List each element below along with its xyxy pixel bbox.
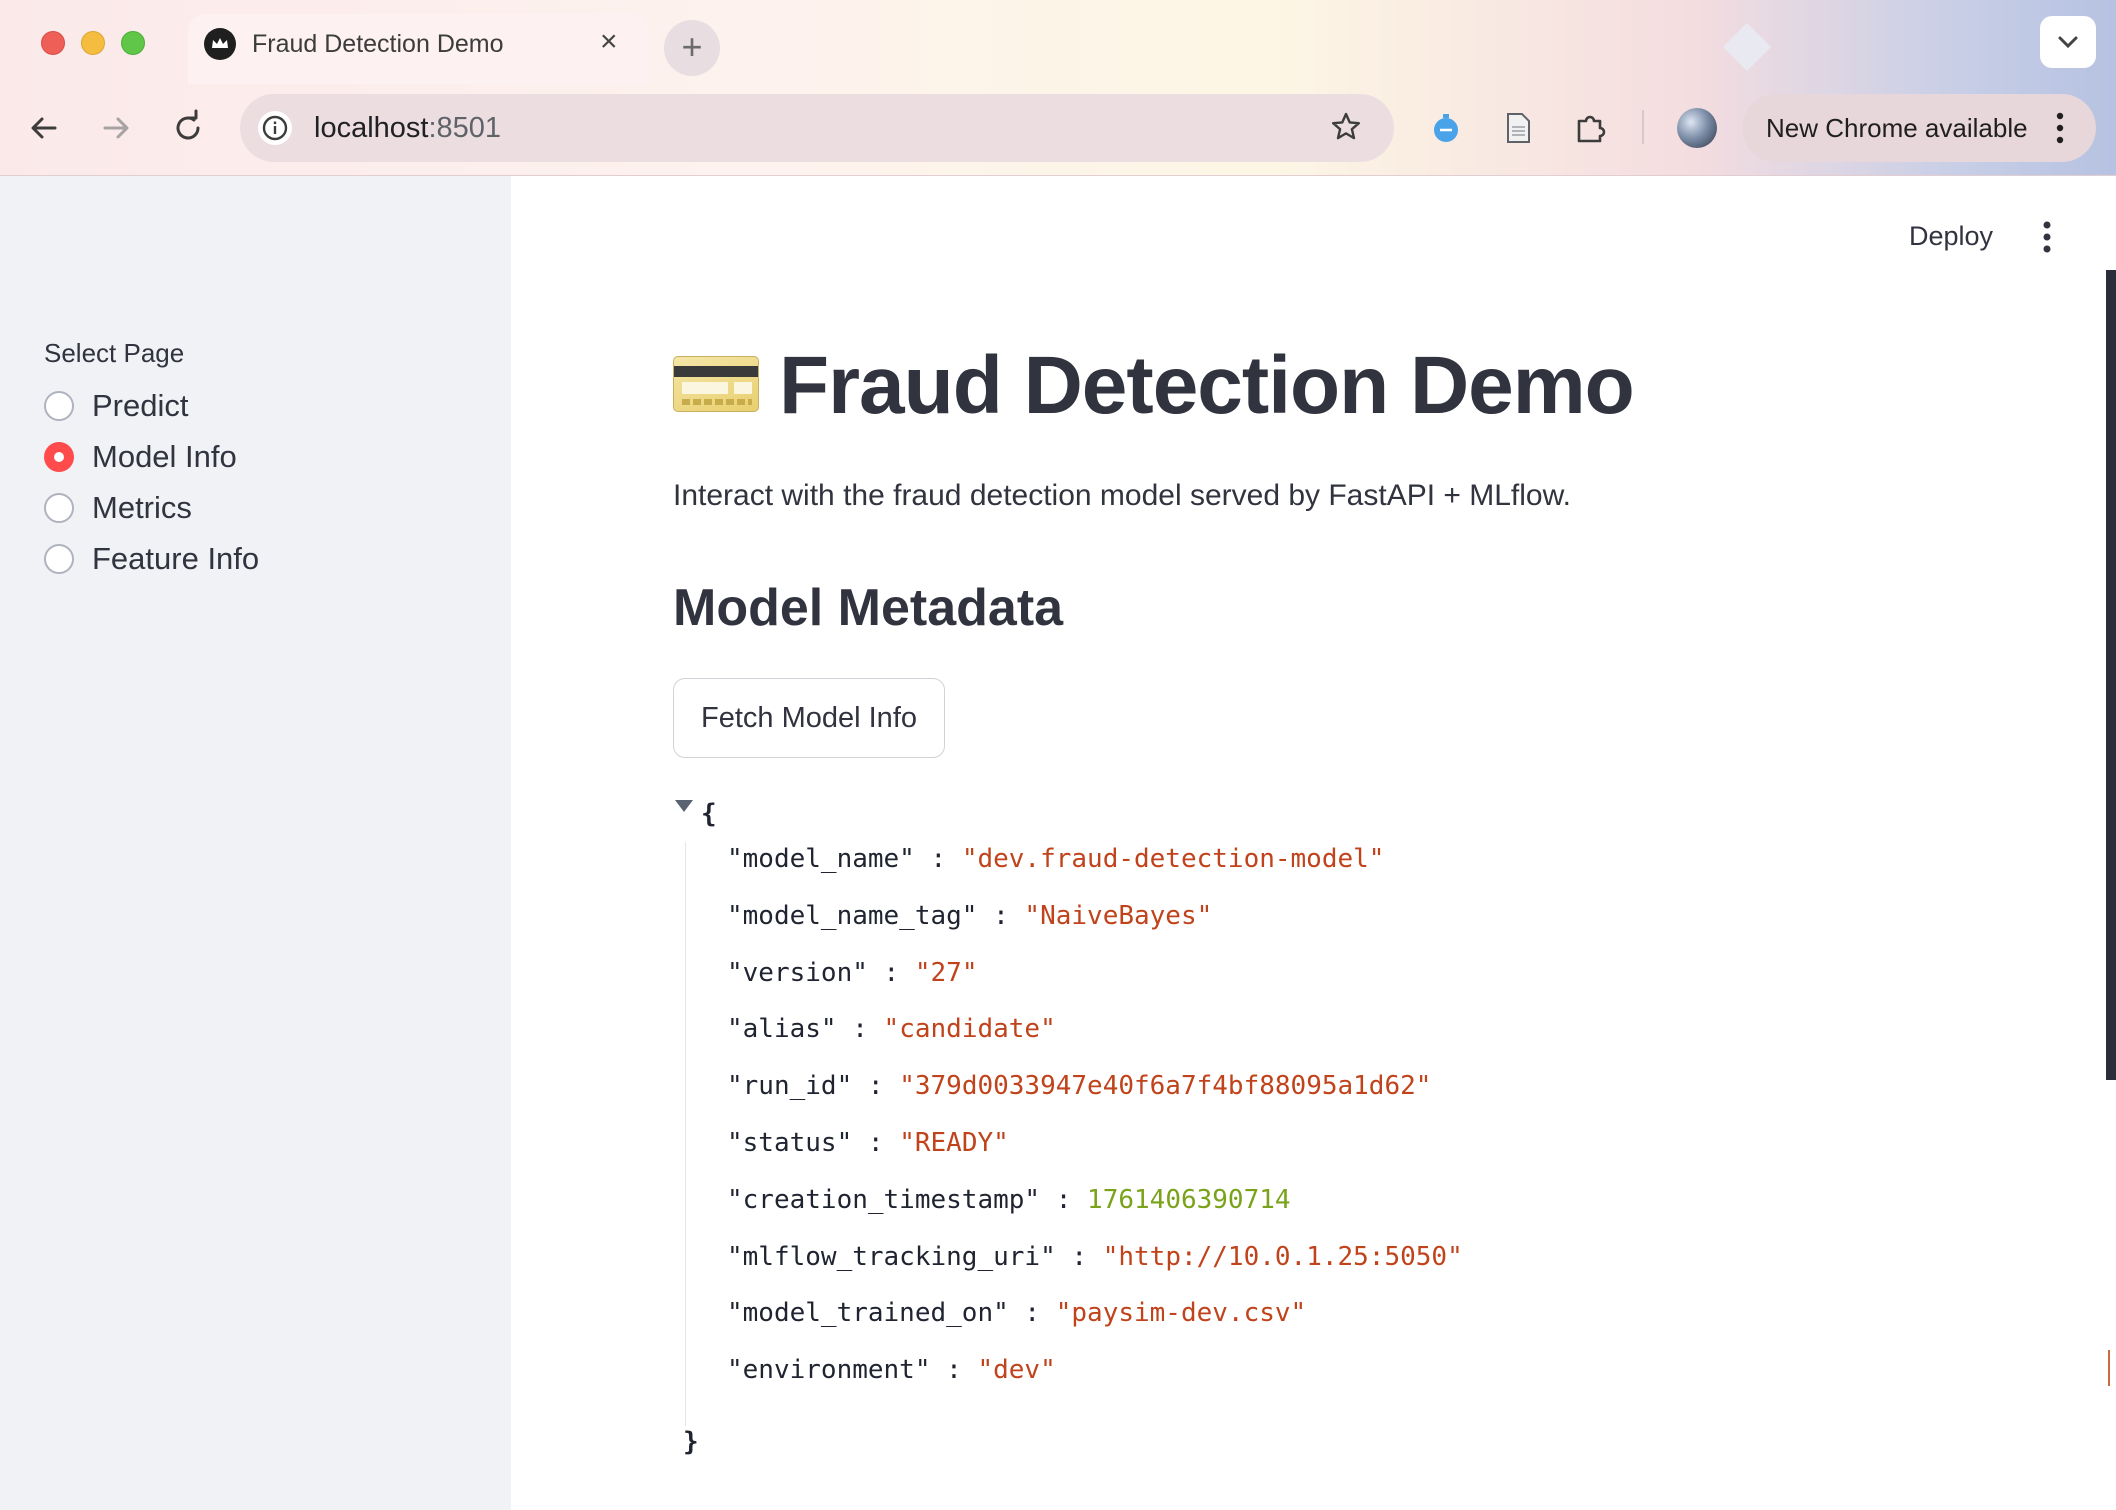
select-page-label: Select Page — [44, 338, 185, 368]
window-close-button[interactable] — [41, 31, 65, 55]
adjacent-window-mark — [2108, 1350, 2116, 1386]
deploy-button[interactable]: Deploy — [1909, 218, 1993, 254]
json-colon: : — [836, 1014, 884, 1045]
json-key: "run_id" — [727, 1071, 853, 1102]
json-entry: "alias" : "candidate" — [727, 1001, 1056, 1058]
theme-decoration — [1722, 22, 1772, 72]
json-colon: : — [914, 844, 962, 874]
site-info-icon[interactable] — [258, 111, 292, 145]
json-key: "environment" — [727, 1355, 931, 1386]
json-key: "version" — [727, 957, 868, 988]
page-title: Fraud Detection Demo — [779, 340, 1635, 431]
bookmark-star-icon[interactable] — [1328, 109, 1364, 145]
json-colon: : — [852, 1071, 900, 1102]
json-collapse-toggle-icon[interactable] — [675, 800, 693, 812]
json-entry: "version" : "27" — [727, 945, 977, 1002]
json-value: "27" — [914, 957, 978, 988]
url-text: localhost:8501 — [314, 110, 501, 146]
json-colon: : — [867, 957, 915, 988]
json-key: "alias" — [727, 1014, 837, 1045]
reload-icon[interactable] — [168, 108, 208, 148]
browser-chrome: Fraud Detection Demo × + localhost:8501 — [0, 0, 2116, 176]
json-value: "http://10.0.1.25:5050" — [1102, 1241, 1463, 1272]
adjacent-window-edge — [2106, 270, 2116, 1080]
toolbar-separator — [1642, 110, 1644, 144]
window-minimize-button[interactable] — [81, 31, 105, 55]
json-entry: "environment" : "dev" — [727, 1342, 1056, 1399]
json-entry: "run_id" : "379d0033947e40f6a7f4bf88095a… — [727, 1058, 1431, 1115]
main-content: Deploy Fraud Detection Demo Interact wit… — [511, 176, 2116, 1510]
new-chrome-available-button[interactable]: New Chrome available — [1742, 94, 2096, 162]
json-indent-guide — [685, 842, 686, 1426]
json-colon: : — [930, 1355, 978, 1386]
new-tab-button[interactable]: + — [664, 20, 720, 76]
json-viewer: { "model_name" : "dev.fraud-detection-mo… — [673, 792, 1573, 1457]
json-entry: "creation_timestamp" : 1761406390714 — [727, 1172, 1291, 1229]
json-colon: : — [852, 1128, 900, 1158]
streamlit-crown-icon — [204, 28, 236, 60]
section-title: Model Metadata — [673, 579, 1064, 637]
tab-title: Fraud Detection Demo — [252, 30, 504, 58]
extension-timer-icon[interactable] — [1428, 110, 1464, 146]
update-label: New Chrome available — [1766, 113, 2028, 143]
radio-label: Metrics — [92, 490, 192, 525]
browser-tab[interactable]: Fraud Detection Demo × — [188, 14, 648, 84]
json-close-brace: } — [683, 1427, 699, 1457]
more-vertical-icon — [2056, 112, 2064, 144]
json-value: "379d0033947e40f6a7f4bf88095a1d62" — [899, 1071, 1432, 1102]
radio-button-selected[interactable] — [44, 442, 74, 472]
json-entry: "mlflow_tracking_uri" : "http://10.0.1.2… — [727, 1229, 1463, 1286]
url-port: :8501 — [428, 112, 502, 144]
radio-label: Predict — [92, 388, 189, 423]
page-subtitle: Interact with the fraud detection model … — [673, 479, 1571, 512]
forward-arrow-icon[interactable] — [96, 108, 136, 148]
tab-search-button[interactable] — [2040, 16, 2096, 68]
json-key: "creation_timestamp" — [727, 1184, 1041, 1215]
json-entry: "model_name_tag" : "NaiveBayes" — [727, 888, 1212, 945]
back-arrow-icon[interactable] — [24, 108, 64, 148]
radio-label: Feature Info — [92, 541, 260, 576]
json-key: "model_name" — [727, 844, 915, 874]
json-entry: "model_trained_on" : "paysim-dev.csv" — [727, 1285, 1306, 1342]
json-value: "READY" — [899, 1128, 1009, 1158]
chevron-down-icon — [2058, 36, 2078, 49]
url-host: localhost — [314, 112, 429, 144]
json-entry: "status" : "READY" — [727, 1115, 1009, 1172]
main-menu-icon[interactable] — [2041, 220, 2053, 254]
radio-button[interactable] — [44, 493, 74, 523]
json-colon: : — [977, 900, 1025, 931]
json-key: "mlflow_tracking_uri" — [727, 1241, 1056, 1272]
credit-card-icon — [673, 356, 759, 412]
json-value: "NaiveBayes" — [1024, 900, 1213, 931]
tab-close-icon[interactable]: × — [600, 26, 618, 58]
json-value: 1761406390714 — [1087, 1184, 1291, 1215]
address-bar[interactable]: localhost:8501 — [240, 94, 1394, 162]
json-value: "dev" — [977, 1355, 1056, 1386]
json-entry: "model_name" : "dev.fraud-detection-mode… — [727, 831, 1384, 888]
json-colon: : — [1055, 1241, 1103, 1272]
radio-button[interactable] — [44, 391, 74, 421]
json-key: "status" — [727, 1128, 853, 1158]
extension-document-icon[interactable] — [1500, 110, 1536, 146]
json-colon: : — [1040, 1184, 1088, 1215]
json-key: "model_name_tag" — [727, 900, 978, 931]
json-value: "dev.fraud-detection-model" — [961, 844, 1385, 874]
fetch-model-info-button[interactable]: Fetch Model Info — [673, 678, 945, 758]
json-colon: : — [1008, 1298, 1056, 1329]
json-open-brace: { — [701, 799, 717, 829]
json-value: "paysim-dev.csv" — [1055, 1298, 1307, 1329]
extensions-puzzle-icon[interactable] — [1572, 110, 1608, 146]
json-value: "candidate" — [883, 1014, 1056, 1045]
profile-avatar[interactable] — [1677, 108, 1717, 148]
radio-label: Model Info — [92, 439, 237, 474]
radio-button[interactable] — [44, 544, 74, 574]
json-key: "model_trained_on" — [727, 1298, 1009, 1329]
sidebar: Select Page Predict Model Info Metrics F… — [0, 176, 511, 1510]
window-zoom-button[interactable] — [121, 31, 145, 55]
